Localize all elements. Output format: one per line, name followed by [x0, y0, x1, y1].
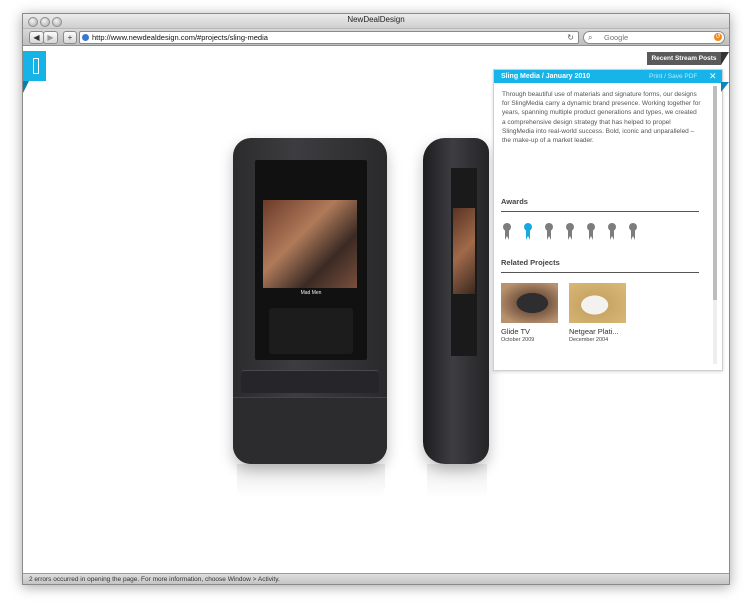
device-side-image: [423, 138, 489, 464]
window-title: NewDealDesign: [347, 15, 405, 24]
award-ribbon-icon[interactable]: [544, 223, 554, 241]
menu-tab-fold: [23, 81, 29, 93]
plus-icon: +: [67, 33, 73, 42]
title-bar: NewDealDesign: [23, 14, 729, 29]
awards-heading: Awards: [501, 197, 528, 206]
device-side-screen: [451, 168, 477, 356]
award-ribbon-icon[interactable]: [565, 223, 575, 241]
related-divider: [501, 272, 699, 273]
search-field[interactable]: ⌕ ↺: [583, 31, 725, 44]
project-info-panel: Sling Media / January 2010 Print / Save …: [493, 69, 723, 371]
awards-divider: [501, 211, 699, 212]
snapback-icon[interactable]: ↺: [714, 33, 722, 41]
panel-scroll-thumb[interactable]: [713, 86, 717, 300]
browser-window: NewDealDesign ◀ ▶ + http://www.newdealde…: [22, 13, 730, 585]
award-ribbon-icon[interactable]: [523, 223, 533, 241]
project-description: Through beautiful use of materials and s…: [502, 91, 701, 145]
related-date: October 2009: [501, 337, 535, 343]
screen-artwork: [263, 200, 357, 288]
device-base: [233, 397, 387, 464]
award-ribbon-icon[interactable]: [607, 223, 617, 241]
page-content: Mad Men Recent Stream Posts Sling Media …: [23, 46, 729, 572]
search-icon: ⌕: [588, 33, 593, 42]
print-save-pdf-link[interactable]: Print / Save PDF: [649, 70, 697, 83]
device-front-image: Mad Men: [233, 138, 387, 464]
award-ribbon-icon[interactable]: [586, 223, 596, 241]
recent-stream-posts-tab[interactable]: Recent Stream Posts: [647, 52, 721, 65]
reload-icon[interactable]: ↻: [567, 32, 574, 43]
device-front-reflection: [237, 464, 385, 498]
globe-icon: [82, 34, 89, 41]
side-screen-artwork: [453, 208, 475, 294]
address-text: http://www.newdealdesign.com/#projects/s…: [92, 33, 268, 42]
award-ribbon-tail: [505, 230, 509, 240]
status-bar: 2 errors occurred in opening the page. F…: [23, 573, 729, 584]
award-ribbon-tail: [631, 230, 635, 240]
back-arrow-icon: ◀: [33, 33, 40, 42]
award-ribbon-icon[interactable]: [628, 223, 638, 241]
screen-controls: [269, 308, 353, 354]
menu-icon: [33, 58, 39, 74]
related-name[interactable]: Netgear Plati...: [569, 327, 619, 336]
related-thumb-glide-tv[interactable]: [501, 283, 558, 323]
award-ribbon-tail: [589, 230, 593, 240]
forward-button[interactable]: ▶: [43, 31, 58, 44]
search-input[interactable]: [604, 32, 696, 43]
close-icon[interactable]: ✕: [709, 70, 717, 83]
browser-toolbar: ◀ ▶ + http://www.newdealdesign.com/#proj…: [23, 29, 729, 46]
screen-caption: Mad Men: [300, 290, 322, 296]
menu-tab[interactable]: [23, 51, 46, 93]
award-ribbon-tail: [547, 230, 551, 240]
related-projects-heading: Related Projects: [501, 258, 560, 267]
award-ribbon-tail: [526, 230, 530, 240]
back-button[interactable]: ◀: [29, 31, 44, 44]
panel-fold: [721, 82, 729, 92]
forward-arrow-icon: ▶: [47, 33, 54, 42]
device-side-reflection: [427, 464, 487, 498]
award-ribbon-tail: [568, 230, 572, 240]
add-bookmark-button[interactable]: +: [63, 31, 77, 44]
device-button-row: [241, 370, 379, 393]
device-screen: Mad Men: [255, 160, 367, 360]
award-ribbon-tail: [610, 230, 614, 240]
related-name[interactable]: Glide TV: [501, 327, 530, 336]
related-thumb-netgear[interactable]: [569, 283, 626, 323]
panel-header: Sling Media / January 2010 Print / Save …: [494, 70, 722, 83]
recent-tab-fold: [721, 52, 729, 65]
address-bar[interactable]: http://www.newdealdesign.com/#projects/s…: [79, 31, 579, 44]
panel-title: Sling Media / January 2010: [501, 73, 591, 80]
related-date: December 2004: [569, 337, 609, 343]
award-ribbon-icon[interactable]: [502, 223, 512, 241]
